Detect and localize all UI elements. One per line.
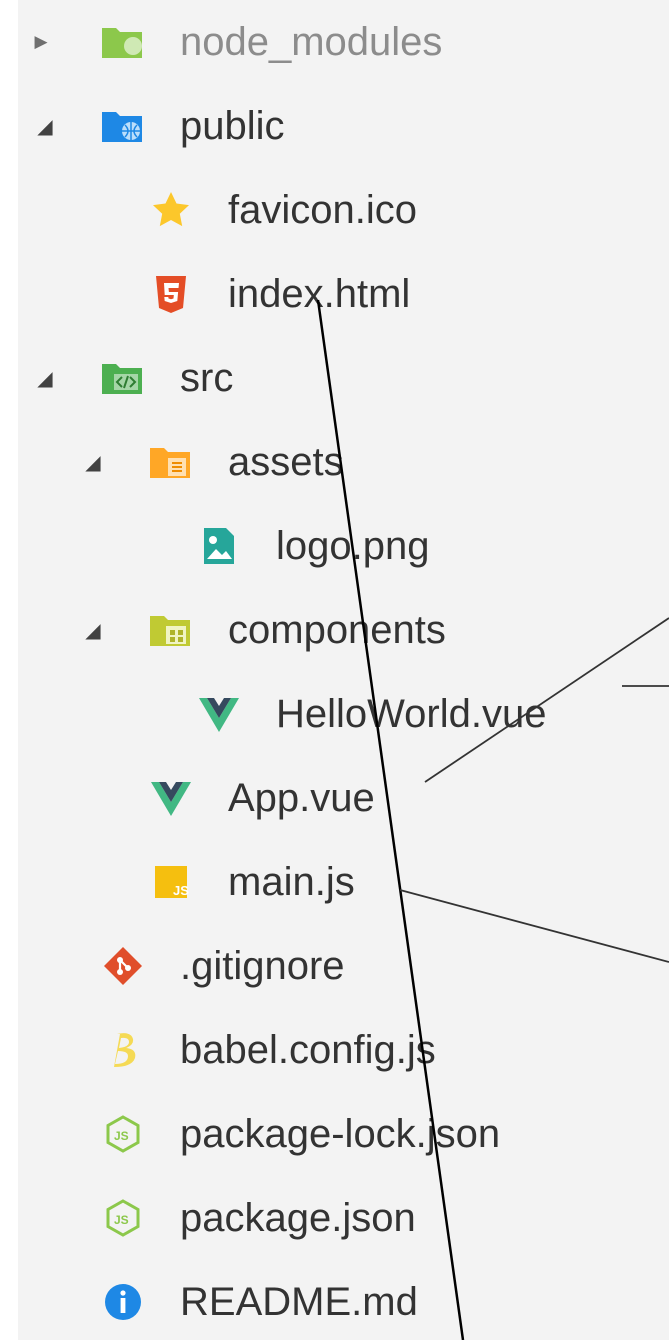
tree-item-label: main.js — [228, 860, 355, 904]
folder-components-icon — [148, 609, 194, 651]
nodejs-icon: JS — [100, 1197, 146, 1239]
tree-item-label: favicon.ico — [228, 188, 417, 232]
tree-item-src[interactable]: ◢ src — [18, 336, 669, 420]
tree-item-assets[interactable]: ◢ assets — [18, 420, 669, 504]
tree-item-components[interactable]: ◢ components — [18, 588, 669, 672]
info-icon — [100, 1281, 146, 1323]
tree-item-package-json[interactable]: JS package.json — [18, 1176, 669, 1260]
star-icon — [148, 189, 194, 231]
tree-item-label: node_modules — [180, 20, 443, 64]
chevron-right-icon[interactable]: ▶ — [26, 0, 56, 84]
image-file-icon — [196, 525, 242, 567]
tree-item-label: package.json — [180, 1196, 416, 1240]
chevron-down-icon[interactable]: ◢ — [78, 588, 108, 672]
folder-public-icon — [100, 105, 146, 147]
chevron-down-icon[interactable]: ◢ — [30, 84, 60, 168]
tree-item-label: assets — [228, 440, 344, 484]
tree-item-logo-png[interactable]: logo.png — [18, 504, 669, 588]
folder-node-icon — [100, 21, 146, 63]
chevron-down-icon[interactable]: ◢ — [78, 420, 108, 504]
tree-item-helloworld-vue[interactable]: HelloWorld.vue — [18, 672, 669, 756]
tree-item-gitignore[interactable]: .gitignore — [18, 924, 669, 1008]
svg-text:JS: JS — [114, 1213, 129, 1227]
html5-icon — [148, 273, 194, 315]
tree-item-node-modules[interactable]: ▶ node_modules — [18, 0, 669, 84]
tree-item-public[interactable]: ◢ public — [18, 84, 669, 168]
svg-text:JS: JS — [173, 883, 189, 898]
babel-icon — [100, 1029, 146, 1071]
git-icon — [100, 945, 146, 987]
js-icon: JS — [148, 861, 194, 903]
tree-item-babel-config[interactable]: babel.config.js — [18, 1008, 669, 1092]
tree-item-label: src — [180, 356, 234, 400]
tree-item-favicon[interactable]: favicon.ico — [18, 168, 669, 252]
tree-item-readme[interactable]: README.md — [18, 1260, 669, 1344]
tree-item-label: logo.png — [276, 524, 430, 568]
tree-item-label: public — [180, 104, 285, 148]
tree-item-app-vue[interactable]: App.vue — [18, 756, 669, 840]
tree-item-label: package-lock.json — [180, 1112, 501, 1156]
chevron-down-icon[interactable]: ◢ — [30, 336, 60, 420]
tree-item-label: .gitignore — [180, 944, 345, 988]
tree-item-main-js[interactable]: JS main.js — [18, 840, 669, 924]
svg-text:JS: JS — [114, 1129, 129, 1143]
tree-item-label: index.html — [228, 272, 411, 316]
tree-item-label: babel.config.js — [180, 1028, 436, 1072]
nodejs-icon: JS — [100, 1113, 146, 1155]
vue-icon — [148, 777, 194, 819]
file-explorer-panel: ▶ node_modules ◢ public favicon.ico inde… — [0, 0, 669, 1340]
tree-item-index-html[interactable]: index.html — [18, 252, 669, 336]
tree-item-label: README.md — [180, 1280, 418, 1324]
folder-assets-icon — [148, 441, 194, 483]
tree-item-label: components — [228, 608, 446, 652]
tree-item-label: App.vue — [228, 776, 375, 820]
vue-icon — [196, 693, 242, 735]
file-tree: ▶ node_modules ◢ public favicon.ico inde… — [18, 0, 669, 1340]
tree-item-label: HelloWorld.vue — [276, 692, 547, 736]
tree-item-package-lock-json[interactable]: JS package-lock.json — [18, 1092, 669, 1176]
folder-src-icon — [100, 357, 146, 399]
